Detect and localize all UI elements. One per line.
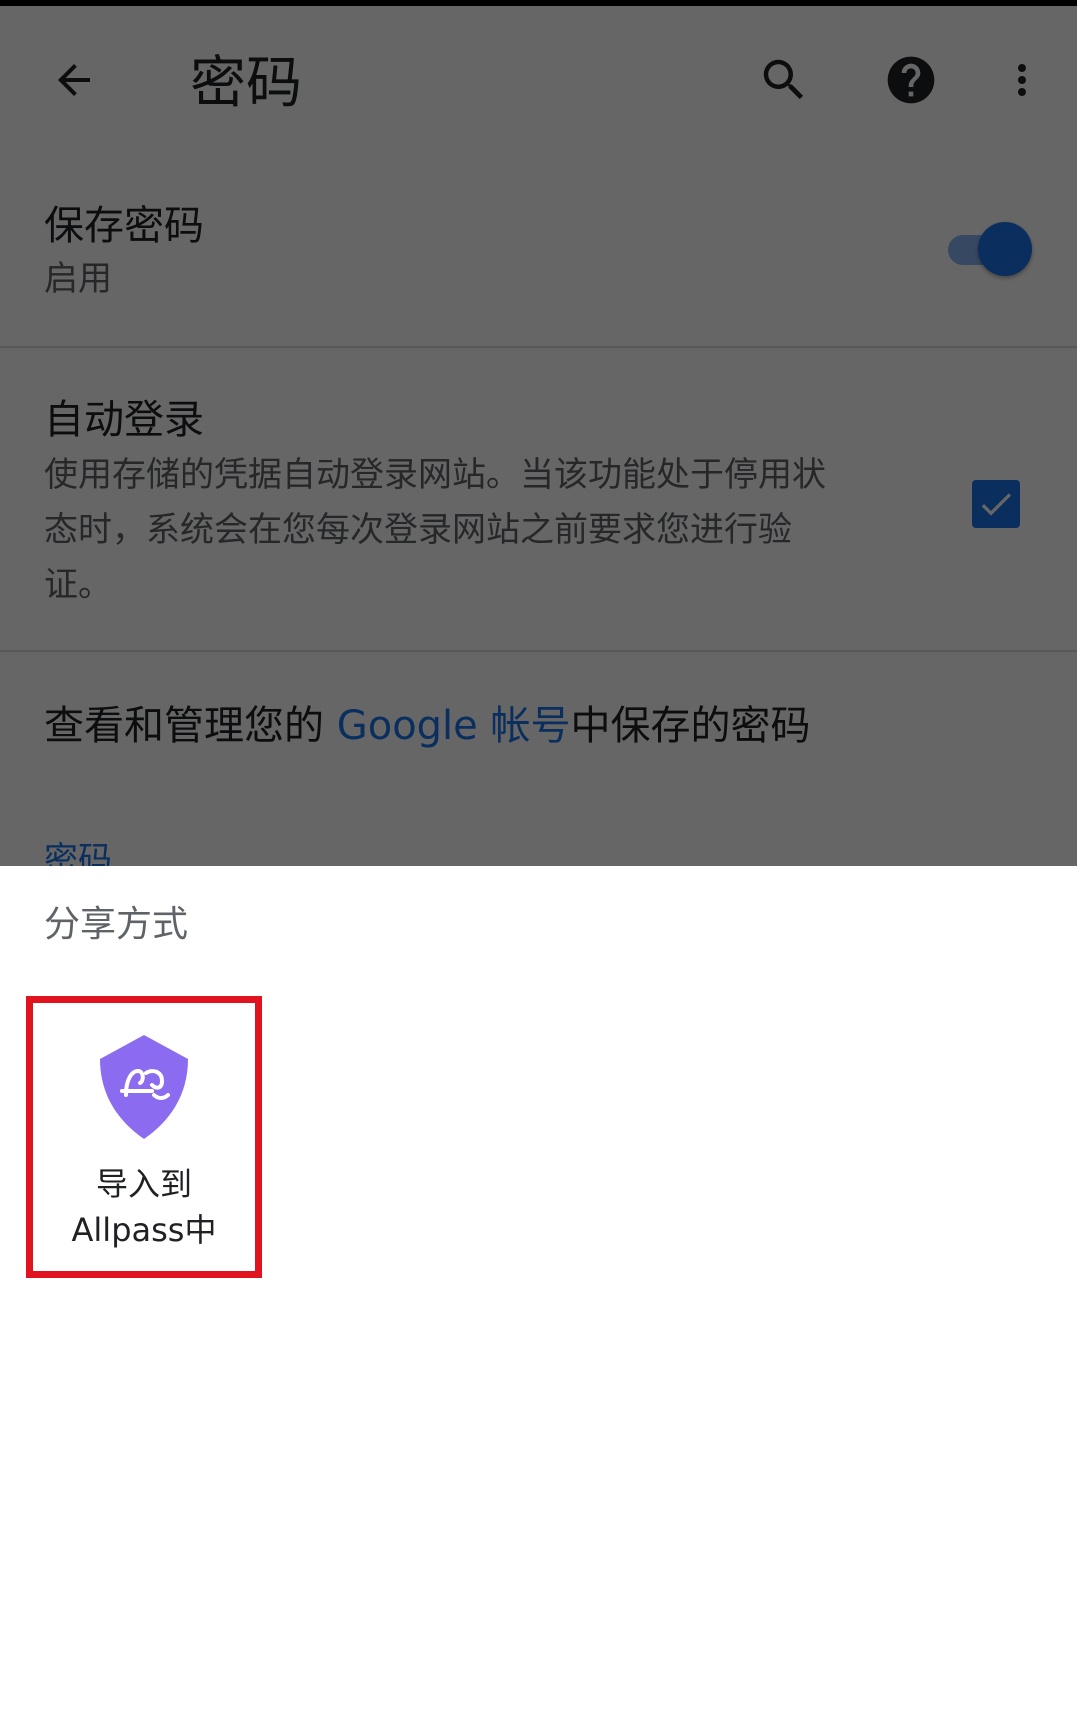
google-account-link[interactable]: Google 帐号 [337, 703, 571, 749]
manage-passwords-text: 查看和管理您的 Google 帐号中保存的密码 [44, 698, 811, 754]
toggle-thumb [978, 222, 1032, 276]
share-target-allpass[interactable]: 导入到 Allpass中 [26, 996, 262, 1278]
auto-signin-checkbox[interactable] [972, 480, 1020, 528]
page-title: 密码 [190, 51, 302, 116]
share-sheet-title: 分享方式 [44, 904, 189, 945]
auto-signin-description-line-3: 证。 [44, 565, 112, 605]
save-passwords-title: 保存密码 [44, 203, 204, 249]
password-settings-page: 密码 保存密码 启用 自动登录 使用存储的凭据自动登录网站。当该功能处于停用状 … [0, 6, 1077, 866]
manage-prefix: 查看和管理您的 [44, 703, 337, 749]
manage-suffix: 中保存的密码 [570, 703, 811, 749]
share-target-label: 导入到 Allpass中 [33, 1161, 255, 1253]
divider [0, 346, 1077, 348]
passwords-section-header: 密码 [44, 840, 112, 866]
share-sheet: 分享方式 导入到 Allpass中 [0, 866, 1077, 1724]
help-button[interactable] [871, 40, 951, 120]
auto-signin-description-line-1: 使用存储的凭据自动登录网站。当该功能处于停用状 [44, 455, 826, 495]
search-button[interactable] [744, 40, 824, 120]
arrow-back-icon [58, 64, 90, 96]
auto-signin-description-line-2: 态时，系统会在您每次登录网站之前要求您进行验 [44, 510, 792, 550]
more-vert-icon [1018, 64, 1026, 96]
back-button[interactable] [34, 40, 114, 120]
allpass-shield-icon [100, 1035, 188, 1139]
toolbar: 密码 [0, 6, 1077, 156]
save-passwords-status: 启用 [44, 259, 112, 299]
help-icon [887, 56, 935, 104]
search-icon [763, 59, 804, 100]
divider [0, 650, 1077, 652]
share-target-label-line-2: Allpass中 [71, 1211, 217, 1249]
check-icon [981, 493, 1011, 516]
share-target-label-line-1: 导入到 [95, 1165, 192, 1203]
more-options-button[interactable] [982, 40, 1062, 120]
auto-signin-title: 自动登录 [44, 397, 204, 443]
save-passwords-toggle[interactable] [946, 222, 1032, 278]
